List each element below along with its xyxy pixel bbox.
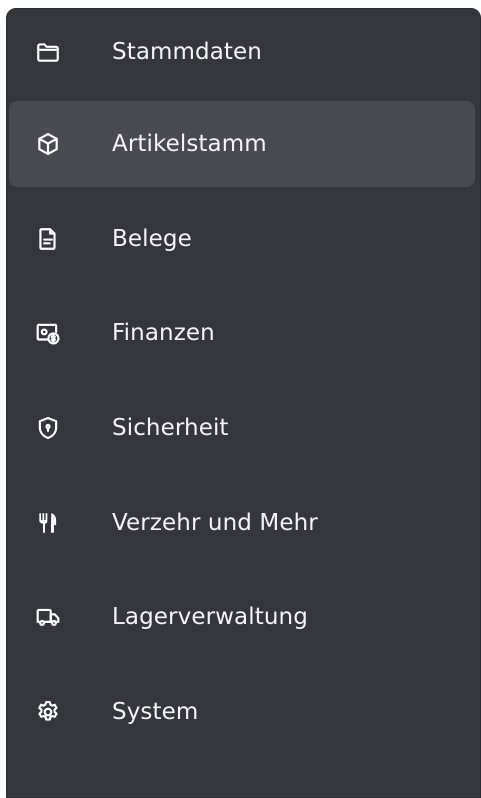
sidebar-item-sicherheit[interactable]: Sicherheit — [9, 385, 475, 471]
sidebar-item-label: Finanzen — [112, 320, 215, 346]
sidebar-item-belege[interactable]: Belege — [9, 196, 475, 282]
money-icon — [33, 318, 63, 348]
sidebar-item-system[interactable]: System — [9, 669, 475, 755]
sidebar-panel: Stammdaten Artikelstamm Belege Finanzen — [6, 8, 481, 798]
sidebar-item-lagerverwaltung[interactable]: Lagerverwaltung — [9, 574, 475, 660]
sidebar-item-stammdaten[interactable]: Stammdaten — [9, 9, 475, 95]
truck-icon — [33, 602, 63, 632]
cube-icon — [33, 129, 63, 159]
cutlery-icon — [33, 508, 63, 538]
sidebar-item-label: Verzehr und Mehr — [112, 510, 318, 536]
folder-icon — [33, 37, 63, 67]
gear-icon — [33, 697, 63, 727]
sidebar-item-finanzen[interactable]: Finanzen — [9, 290, 475, 376]
shield-icon — [33, 413, 63, 443]
sidebar-item-label: Artikelstamm — [112, 131, 267, 157]
sidebar-item-label: Belege — [112, 226, 192, 252]
document-icon — [33, 224, 63, 254]
sidebar-item-artikelstamm[interactable]: Artikelstamm — [9, 101, 475, 187]
sidebar-item-label: Lagerverwaltung — [112, 604, 308, 630]
sidebar-item-verzehr-und-mehr[interactable]: Verzehr und Mehr — [9, 480, 475, 566]
sidebar-item-label: Stammdaten — [112, 39, 262, 65]
sidebar-item-label: Sicherheit — [112, 415, 229, 441]
sidebar-item-label: System — [112, 699, 199, 725]
